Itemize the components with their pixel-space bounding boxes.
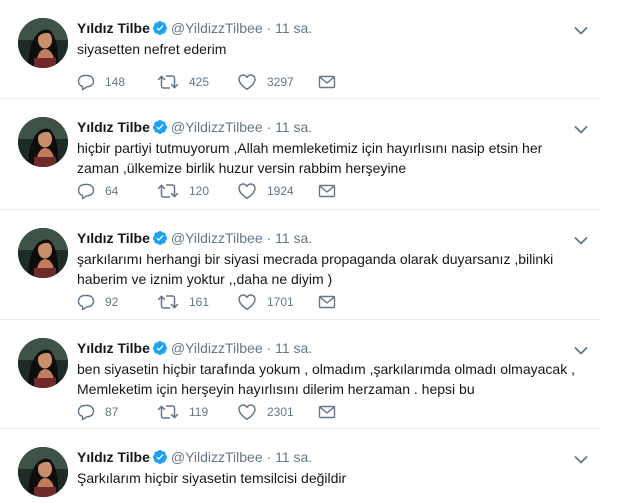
tweet[interactable]: Yıldız Tilbe @YildizzTilbee · 11 sa. şark… — [0, 210, 600, 320]
author-name[interactable]: Yıldız Tilbe — [77, 119, 150, 135]
tweet-header: Yıldız Tilbe @YildizzTilbee · 11 sa. — [77, 447, 590, 467]
retweet-button[interactable]: 120 — [157, 181, 209, 201]
avatar[interactable] — [18, 228, 68, 278]
heart-icon — [237, 182, 257, 200]
timestamp[interactable]: 11 sa. — [275, 119, 312, 135]
tweet[interactable]: Yıldız Tilbe @YildizzTilbee · 11 sa. siya… — [0, 0, 600, 99]
retweet-count: 120 — [189, 184, 210, 198]
chevron-down-icon[interactable] — [574, 122, 588, 132]
avatar[interactable] — [18, 338, 68, 388]
retweet-count: 119 — [189, 405, 209, 419]
envelope-icon — [318, 294, 336, 310]
tweet-header: Yıldız Tilbe @YildizzTilbee · 11 sa. — [77, 117, 590, 137]
timestamp[interactable]: 11 sa. — [275, 340, 312, 356]
retweet-button[interactable]: 161 — [157, 292, 209, 312]
reply-button[interactable]: 87 — [77, 402, 118, 422]
timestamp[interactable]: 11 sa. — [275, 20, 312, 36]
reply-count: 64 — [105, 184, 119, 198]
verified-badge-icon — [152, 230, 168, 251]
like-count: 1701 — [267, 295, 294, 309]
author-handle[interactable]: @YildizzTilbee — [171, 449, 263, 465]
retweet-icon — [157, 73, 179, 91]
verified-badge-icon — [152, 340, 168, 361]
author-handle[interactable]: @YildizzTilbee — [171, 119, 263, 135]
reply-icon — [77, 182, 95, 200]
like-count: 3297 — [267, 75, 294, 89]
retweet-count: 161 — [189, 295, 210, 309]
author-name[interactable]: Yıldız Tilbe — [77, 230, 150, 246]
envelope-icon — [318, 404, 336, 420]
chevron-down-icon[interactable] — [574, 343, 588, 353]
direct-message-button[interactable] — [318, 402, 346, 422]
avatar[interactable] — [18, 18, 68, 68]
retweet-icon — [157, 293, 179, 311]
separator-dot: · — [266, 20, 272, 36]
heart-icon — [237, 293, 257, 311]
tweet[interactable]: Yıldız Tilbe @YildizzTilbee · 11 sa. hiçb… — [0, 99, 600, 210]
tweet-header: Yıldız Tilbe @YildizzTilbee · 11 sa. — [77, 338, 590, 358]
envelope-icon — [318, 74, 336, 90]
tweet[interactable]: Yıldız Tilbe @YildizzTilbee · 11 sa. ben … — [0, 320, 600, 429]
avatar[interactable] — [18, 447, 68, 497]
like-button[interactable]: 1924 — [237, 181, 294, 201]
author-handle[interactable]: @YildizzTilbee — [171, 230, 263, 246]
separator-dot: · — [266, 230, 272, 246]
like-count: 2301 — [267, 405, 294, 419]
retweet-icon — [157, 403, 179, 421]
separator-dot: · — [266, 449, 272, 465]
reply-icon — [77, 403, 95, 421]
tweet-timeline: Yıldız Tilbe @YildizzTilbee · 11 sa. siya… — [0, 0, 600, 503]
tweet-text: şarkılarımı herhangi bir siyasi mecrada … — [77, 251, 554, 287]
tweet[interactable]: Yıldız Tilbe @YildizzTilbee · 11 sa. Şark… — [0, 429, 600, 503]
retweet-button[interactable]: 425 — [157, 72, 209, 92]
timestamp[interactable]: 11 sa. — [275, 230, 312, 246]
verified-badge-icon — [152, 449, 168, 470]
chevron-down-icon[interactable] — [574, 452, 588, 462]
envelope-icon — [318, 183, 336, 199]
verified-badge-icon — [152, 119, 168, 140]
like-button[interactable]: 3297 — [237, 72, 294, 92]
like-button[interactable]: 2301 — [237, 402, 294, 422]
like-button[interactable]: 1701 — [237, 292, 294, 312]
reply-icon — [77, 73, 95, 91]
tweet-text: hiçbir partiyi tutmuyorum ,Allah memleke… — [77, 140, 543, 176]
author-name[interactable]: Yıldız Tilbe — [77, 449, 150, 465]
chevron-down-icon[interactable] — [574, 233, 588, 243]
tweet-text: ben siyasetin hiçbir tarafında yokum , o… — [77, 361, 575, 397]
reply-count: 92 — [105, 295, 119, 309]
separator-dot: · — [266, 340, 272, 356]
avatar[interactable] — [18, 117, 68, 167]
retweet-count: 425 — [189, 75, 210, 89]
separator-dot: · — [266, 119, 272, 135]
reply-button[interactable]: 64 — [77, 181, 118, 201]
like-count: 1924 — [267, 184, 294, 198]
retweet-button[interactable]: 119 — [157, 402, 208, 422]
direct-message-button[interactable] — [318, 181, 346, 201]
tweet-text: siyasetten nefret ederim — [77, 41, 227, 57]
reply-icon — [77, 293, 95, 311]
tweet-header: Yıldız Tilbe @YildizzTilbee · 11 sa. — [77, 228, 590, 248]
verified-badge-icon — [152, 20, 168, 41]
tweet-header: Yıldız Tilbe @YildizzTilbee · 11 sa. — [77, 18, 590, 38]
reply-button[interactable]: 148 — [77, 72, 125, 92]
tweet-text: Şarkılarım hiçbir siyasetin temsilcisi d… — [77, 470, 347, 486]
heart-icon — [237, 73, 257, 91]
author-name[interactable]: Yıldız Tilbe — [77, 340, 150, 356]
direct-message-button[interactable] — [318, 72, 346, 92]
author-handle[interactable]: @YildizzTilbee — [171, 340, 263, 356]
timestamp[interactable]: 11 sa. — [275, 449, 312, 465]
reply-count: 87 — [105, 405, 119, 419]
author-name[interactable]: Yıldız Tilbe — [77, 20, 150, 36]
retweet-icon — [157, 182, 179, 200]
chevron-down-icon[interactable] — [574, 23, 588, 33]
reply-count: 148 — [105, 75, 126, 89]
direct-message-button[interactable] — [318, 292, 346, 312]
heart-icon — [237, 403, 257, 421]
reply-button[interactable]: 92 — [77, 292, 118, 312]
author-handle[interactable]: @YildizzTilbee — [171, 20, 263, 36]
